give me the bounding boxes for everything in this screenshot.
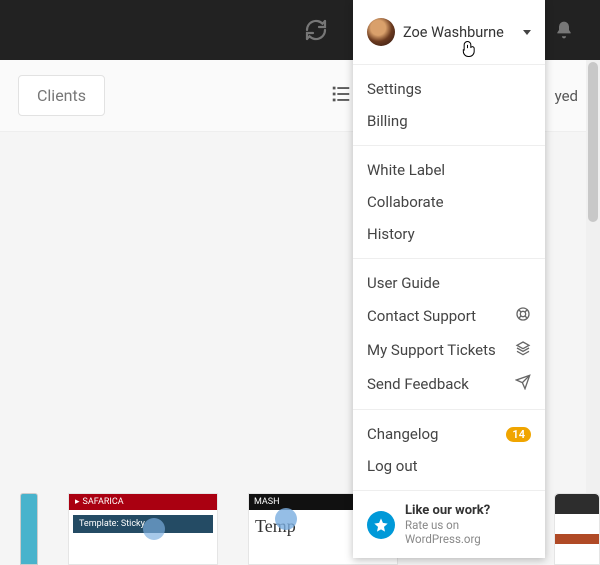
rate-us-row[interactable]: Like our work? Rate us on WordPress.org <box>353 490 545 558</box>
lifebuoy-icon <box>515 306 531 326</box>
menu-label: Changelog <box>367 425 438 443</box>
chevron-down-icon <box>523 30 531 35</box>
menu-label: Send Feedback <box>367 375 469 393</box>
paper-plane-icon <box>515 374 531 394</box>
truncated-text: yed <box>555 87 578 105</box>
menu-my-tickets[interactable]: My Support Tickets <box>353 333 545 367</box>
list-view-icon[interactable] <box>330 83 352 109</box>
card-thumb[interactable]: ▸SAFARICA Template: Sticky <box>68 493 218 565</box>
menu-label: Billing <box>367 112 408 130</box>
highlight-dot <box>143 518 165 540</box>
layers-icon <box>515 340 531 360</box>
menu-user-guide[interactable]: User Guide <box>353 267 545 299</box>
user-dropdown-header[interactable]: Zoe Washburne <box>353 0 545 64</box>
menu-white-label[interactable]: White Label <box>353 154 545 186</box>
menu-collaborate[interactable]: Collaborate <box>353 186 545 218</box>
menu-label: My Support Tickets <box>367 341 496 359</box>
card-thumb[interactable] <box>20 493 38 565</box>
menu-label: Collaborate <box>367 193 444 211</box>
menu-changelog[interactable]: Changelog 14 <box>353 418 545 450</box>
menu-settings[interactable]: Settings <box>353 73 545 105</box>
card-header: SAFARICA <box>83 497 124 507</box>
avatar <box>367 18 395 46</box>
like-subtitle: Rate us on WordPress.org <box>405 518 531 546</box>
menu-billing[interactable]: Billing <box>353 105 545 137</box>
like-title: Like our work? <box>405 503 531 518</box>
menu-label: Contact Support <box>367 307 476 325</box>
menu-label: Settings <box>367 80 422 98</box>
scrollbar-thumb[interactable] <box>588 62 598 222</box>
user-name: Zoe Washburne <box>403 24 515 41</box>
menu-logout[interactable]: Log out <box>353 450 545 482</box>
menu-contact-support[interactable]: Contact Support <box>353 299 545 333</box>
user-dropdown: Zoe Washburne Settings Billing White Lab… <box>353 0 545 558</box>
changelog-badge: 14 <box>506 427 531 442</box>
highlight-dot <box>275 508 297 530</box>
menu-label: White Label <box>367 161 445 179</box>
card-thumb[interactable] <box>554 493 600 565</box>
star-icon <box>367 511 395 539</box>
menu-history[interactable]: History <box>353 218 545 250</box>
menu-label: User Guide <box>367 274 440 292</box>
menu-label: History <box>367 225 415 243</box>
menu-label: Log out <box>367 457 418 475</box>
chevron-right-icon: ▸ <box>75 497 80 507</box>
tab-clients[interactable]: Clients <box>18 75 105 116</box>
refresh-icon[interactable] <box>288 0 344 60</box>
menu-send-feedback[interactable]: Send Feedback <box>353 367 545 401</box>
